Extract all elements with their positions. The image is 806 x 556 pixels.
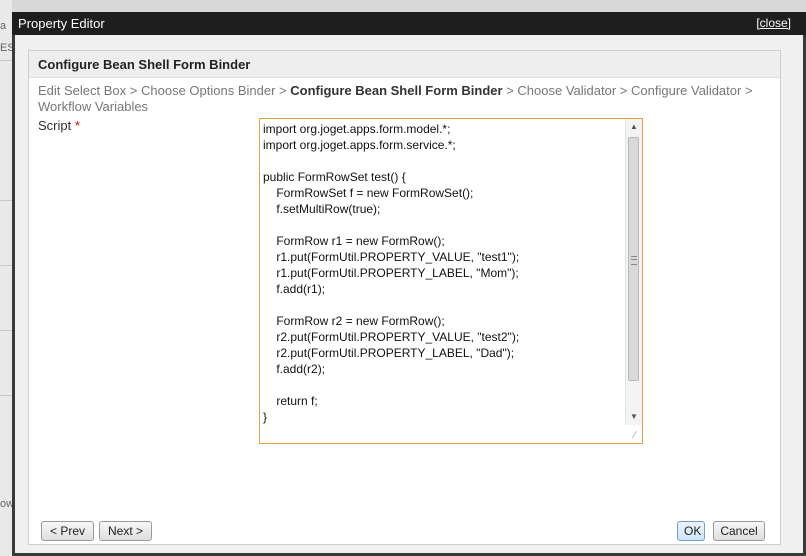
script-code[interactable]: import org.joget.apps.form.model.*; impo… bbox=[263, 121, 625, 439]
background-divider bbox=[0, 330, 12, 331]
dialog-body: Configure Bean Shell Form Binder Edit Se… bbox=[15, 35, 803, 553]
panel-header: Configure Bean Shell Form Binder bbox=[29, 51, 780, 78]
vertical-scrollbar[interactable]: ▲ ▼ bbox=[625, 119, 642, 425]
script-textarea[interactable]: import org.joget.apps.form.model.*; impo… bbox=[259, 118, 643, 444]
background-divider bbox=[0, 395, 12, 396]
background-divider bbox=[0, 265, 12, 266]
background-divider bbox=[0, 60, 12, 61]
script-label: Script * bbox=[38, 118, 80, 133]
breadcrumb-step: Configure Bean Shell Form Binder bbox=[290, 83, 503, 98]
property-editor-dialog: Property Editor [close] Configure Bean S… bbox=[12, 12, 806, 556]
cancel-button[interactable]: Cancel bbox=[713, 521, 765, 541]
breadcrumb-step: Edit Select Box bbox=[38, 83, 127, 98]
required-marker: * bbox=[74, 118, 80, 133]
grip-icon bbox=[631, 256, 637, 265]
prev-button[interactable]: < Prev bbox=[41, 521, 94, 541]
scroll-down-icon[interactable]: ▼ bbox=[626, 409, 642, 425]
resize-handle-icon[interactable]: ∕ bbox=[629, 430, 641, 442]
dialog-titlebar[interactable]: Property Editor [close] bbox=[12, 12, 806, 35]
breadcrumb-separator: > bbox=[502, 83, 518, 98]
panel-title: Configure Bean Shell Form Binder bbox=[38, 57, 251, 72]
breadcrumb-separator: > bbox=[741, 83, 753, 98]
breadcrumb-step: Configure Validator bbox=[631, 83, 742, 98]
breadcrumb: Edit Select Box > Choose Options Binder … bbox=[38, 83, 773, 115]
background-app: a ES ow bbox=[0, 0, 15, 556]
scroll-thumb[interactable] bbox=[628, 137, 639, 381]
background-divider bbox=[0, 200, 12, 201]
scroll-up-icon[interactable]: ▲ bbox=[626, 119, 642, 135]
ok-button[interactable]: OK bbox=[677, 521, 705, 541]
dialog-title: Property Editor bbox=[18, 16, 105, 31]
script-label-text: Script bbox=[38, 118, 72, 133]
property-panel: Configure Bean Shell Form Binder Edit Se… bbox=[28, 50, 781, 545]
background-text: a bbox=[0, 20, 7, 32]
close-link[interactable]: [close] bbox=[756, 16, 791, 30]
breadcrumb-separator: > bbox=[616, 83, 632, 98]
breadcrumb-step: Choose Options Binder bbox=[140, 83, 276, 98]
breadcrumb-step: Workflow Variables bbox=[38, 99, 149, 114]
breadcrumb-separator: > bbox=[275, 83, 291, 98]
breadcrumb-step: Choose Validator bbox=[517, 83, 617, 98]
breadcrumb-separator: > bbox=[126, 83, 141, 98]
next-button[interactable]: Next > bbox=[99, 521, 152, 541]
